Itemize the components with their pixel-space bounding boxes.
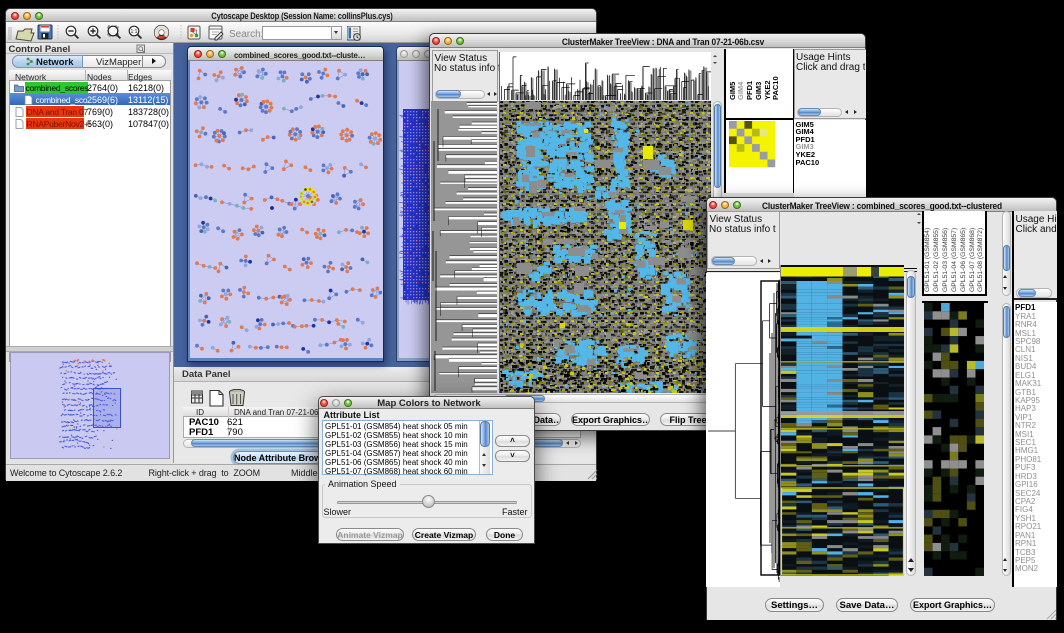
- svg-text:1:1: 1:1: [131, 29, 138, 35]
